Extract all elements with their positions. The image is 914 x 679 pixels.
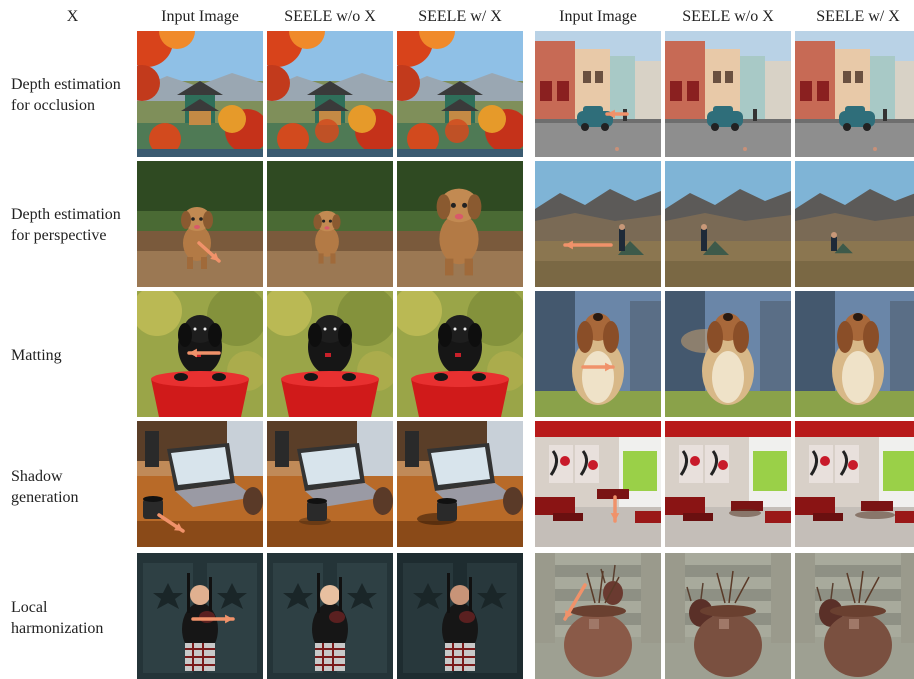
black-dog-bucket-input-image: [137, 291, 263, 417]
pagoda-autumn-seele-with-x: [397, 31, 523, 157]
row-label-harmonization: Local harmonization: [11, 599, 104, 637]
tent-mountains-seele-with-x: [795, 161, 914, 287]
pagoda-autumn-input-image: [137, 31, 263, 157]
laptop-desk-mug-input-image: [137, 421, 263, 547]
fluffy-dog-input-image: [535, 291, 661, 417]
running-dog-seele-with-x: [397, 161, 523, 287]
black-dog-bucket-seele-with-x: [397, 291, 523, 417]
fluffy-dog-seele-without-x: [665, 291, 791, 417]
header-seele-with-x-left: SEELE w/ X: [418, 8, 502, 25]
bagpiper-door-seele-without-x: [267, 553, 393, 679]
laptop-desk-mug-seele-without-x: [267, 421, 393, 547]
row-label-occlusion: Depth estimation for occlusion: [11, 76, 121, 114]
x-column-header: X: [66, 8, 79, 25]
header-input-image-left: Input Image: [161, 8, 239, 25]
clay-pot-stairs-seele-without-x: [665, 553, 791, 679]
bagpiper-door-input-image: [137, 553, 263, 679]
tent-mountains-input-image: [535, 161, 661, 287]
header-seele-without-x-right: SEELE w/o X: [682, 8, 774, 25]
running-dog-seele-without-x: [267, 161, 393, 287]
black-dog-bucket-seele-without-x: [267, 291, 393, 417]
running-dog-input-image: [137, 161, 263, 287]
header-seele-without-x-left: SEELE w/o X: [284, 8, 376, 25]
tent-mountains-seele-without-x: [665, 161, 791, 287]
laptop-desk-mug-seele-with-x: [397, 421, 523, 547]
street-vintage-car-seele-with-x: [795, 31, 914, 157]
red-living-room-seele-with-x: [795, 421, 914, 547]
clay-pot-stairs-seele-with-x: [795, 553, 914, 679]
street-vintage-car-seele-without-x: [665, 31, 791, 157]
red-living-room-input-image: [535, 421, 661, 547]
row-label-matting: Matting: [11, 347, 62, 364]
pagoda-autumn-seele-without-x: [267, 31, 393, 157]
bagpiper-door-seele-with-x: [397, 553, 523, 679]
header-seele-with-x-right: SEELE w/ X: [816, 8, 900, 25]
row-label-perspective: Depth estimation for perspective: [11, 206, 121, 244]
fluffy-dog-seele-with-x: [795, 291, 914, 417]
clay-pot-stairs-input-image: [535, 553, 661, 679]
row-label-shadow: Shadow generation: [11, 468, 79, 506]
header-input-image-right: Input Image: [559, 8, 637, 25]
street-vintage-car-input-image: [535, 31, 661, 157]
red-living-room-seele-without-x: [665, 421, 791, 547]
